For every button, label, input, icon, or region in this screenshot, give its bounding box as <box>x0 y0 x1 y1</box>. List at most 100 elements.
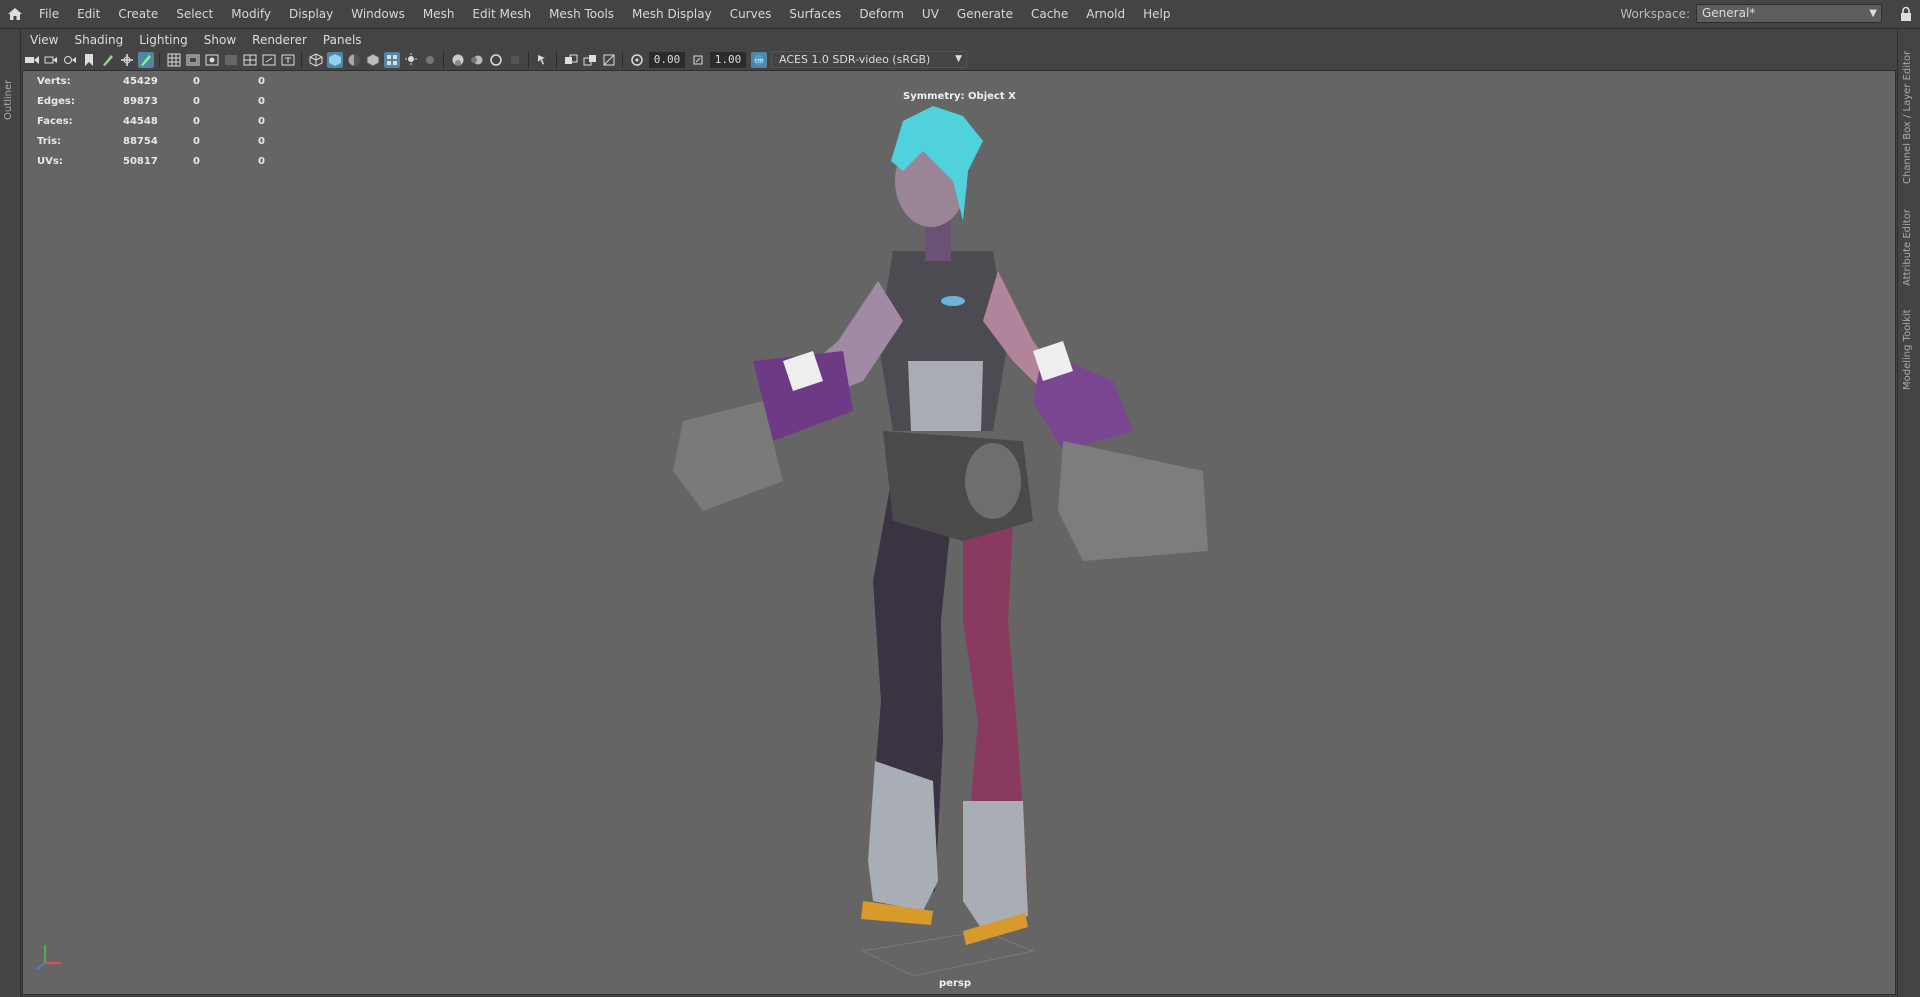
menu-arnold[interactable]: Arnold <box>1077 0 1134 29</box>
color-management-icon[interactable]: cm <box>750 51 767 68</box>
textured-icon[interactable] <box>383 51 400 68</box>
view-transform-dropdown[interactable]: ACES 1.0 SDR-video (sRGB) ▼ <box>771 51 967 68</box>
hud-label: Faces: <box>37 115 73 127</box>
hud-selected: 0 <box>193 95 200 107</box>
menu-select[interactable]: Select <box>167 0 222 29</box>
character-model[interactable] <box>663 101 1263 981</box>
hud-label: UVs: <box>37 155 63 167</box>
home-icon[interactable] <box>0 0 30 29</box>
panel-menu-renderer[interactable]: Renderer <box>244 31 315 49</box>
menu-edit[interactable]: Edit <box>68 0 109 29</box>
depth-of-field-icon[interactable] <box>507 52 523 68</box>
pencil-edit-icon[interactable] <box>137 51 154 68</box>
smooth-shade-icon[interactable] <box>326 51 343 68</box>
workspace-dropdown[interactable]: General* ▼ <box>1696 4 1882 23</box>
field-chart-icon[interactable] <box>242 52 258 68</box>
hud-component: 0 <box>258 135 265 147</box>
attribute-editor-tab[interactable]: Attribute Editor <box>1902 194 1916 286</box>
xray-components-icon[interactable] <box>601 52 617 68</box>
menu-windows[interactable]: Windows <box>342 0 414 29</box>
chevron-down-icon: ▼ <box>1869 8 1877 19</box>
panel-toolbar: 0.00 1.00 cm ACES 1.0 SDR-video (sRGB) ▼ <box>22 49 1896 70</box>
hud-selected: 0 <box>193 155 200 167</box>
menu-generate[interactable]: Generate <box>948 0 1022 29</box>
anti-aliasing-icon[interactable] <box>488 52 504 68</box>
attribute-editor-tab-label: Attribute Editor <box>1902 209 1913 286</box>
select-camera-icon[interactable] <box>24 52 40 68</box>
menu-help[interactable]: Help <box>1134 0 1179 29</box>
wireframe-icon[interactable] <box>308 52 324 68</box>
channel-box-tab[interactable]: Channel Box / Layer Editor <box>1902 44 1916 184</box>
panel-menu-show[interactable]: Show <box>196 31 244 49</box>
toolbar-divider <box>301 51 302 68</box>
menu-display[interactable]: Display <box>280 0 342 29</box>
panel-menu-view[interactable]: View <box>22 31 66 49</box>
panel-menu-lighting[interactable]: Lighting <box>131 31 196 49</box>
workspace-label: Workspace: <box>1620 6 1690 21</box>
right-dock-strip: Channel Box / Layer Editor Attribute Edi… <box>1897 30 1920 997</box>
safe-action-icon[interactable] <box>261 52 277 68</box>
isolate-select-icon[interactable] <box>535 52 551 68</box>
neck <box>925 221 951 261</box>
hud-label: Verts: <box>37 75 71 87</box>
view-axis-icon <box>33 939 69 975</box>
modeling-toolkit-tab[interactable]: Modeling Toolkit <box>1902 298 1916 390</box>
wireframe-on-shaded-icon[interactable] <box>365 52 381 68</box>
grid-icon[interactable] <box>166 52 182 68</box>
chevron-down-icon: ▼ <box>955 54 962 64</box>
hud-selected: 0 <box>193 75 200 87</box>
default-material-icon[interactable] <box>346 52 362 68</box>
camera-name-label: persp <box>939 978 971 989</box>
panel-menu-panels[interactable]: Panels <box>315 31 370 49</box>
exposure-icon[interactable] <box>629 52 645 68</box>
hud-label: Tris: <box>37 135 62 147</box>
menu-deform[interactable]: Deform <box>850 0 913 29</box>
menu-modify[interactable]: Modify <box>222 0 280 29</box>
outliner-tab-label: Outliner <box>3 79 14 120</box>
motion-blur-icon[interactable] <box>469 52 485 68</box>
gate-mask-icon[interactable] <box>223 52 239 68</box>
hud-component: 0 <box>258 95 265 107</box>
2d-pan-zoom-icon[interactable] <box>119 52 135 68</box>
grease-pencil-icon[interactable] <box>100 52 116 68</box>
hud-selected: 0 <box>193 135 200 147</box>
menu-uv[interactable]: UV <box>913 0 948 29</box>
xray-icon[interactable] <box>563 52 579 68</box>
xray-joints-icon[interactable] <box>582 52 598 68</box>
gamma-icon[interactable] <box>690 52 706 68</box>
shadows-icon[interactable] <box>422 52 438 68</box>
hud-selected: 0 <box>193 115 200 127</box>
right-boot <box>963 801 1028 931</box>
menu-edit-mesh[interactable]: Edit Mesh <box>463 0 540 29</box>
use-all-lights-icon[interactable] <box>403 52 419 68</box>
hud-value: 89873 <box>123 95 158 107</box>
toolbar-divider <box>622 51 623 68</box>
image-plane-icon[interactable] <box>62 52 78 68</box>
channel-box-tab-label: Channel Box / Layer Editor <box>1902 50 1913 184</box>
outliner-tab[interactable]: Outliner <box>2 70 18 130</box>
menu-file[interactable]: File <box>30 0 68 29</box>
safe-title-icon[interactable] <box>280 52 296 68</box>
gamma-field[interactable]: 1.00 <box>710 51 746 68</box>
resolution-gate-icon[interactable] <box>204 52 220 68</box>
poly-count-hud: Verts: 45429 0 0 Edges: 89873 0 0 Faces:… <box>37 71 265 171</box>
exposure-field[interactable]: 0.00 <box>649 51 685 68</box>
hud-row-faces: Faces: 44548 0 0 <box>37 111 265 131</box>
menu-create[interactable]: Create <box>109 0 167 29</box>
ambient-occlusion-icon[interactable] <box>450 52 466 68</box>
menu-mesh[interactable]: Mesh <box>414 0 464 29</box>
menu-cache[interactable]: Cache <box>1022 0 1077 29</box>
hud-value: 45429 <box>123 75 158 87</box>
lock-icon[interactable] <box>1900 6 1912 22</box>
menu-mesh-tools[interactable]: Mesh Tools <box>540 0 623 29</box>
viewport-panel[interactable]: Verts: 45429 0 0 Edges: 89873 0 0 Faces:… <box>22 70 1896 995</box>
toolbar-divider <box>556 51 557 68</box>
menu-curves[interactable]: Curves <box>721 0 781 29</box>
menu-surfaces[interactable]: Surfaces <box>780 0 850 29</box>
panel-menu-shading[interactable]: Shading <box>66 31 131 49</box>
bookmark-icon[interactable] <box>81 52 97 68</box>
menu-mesh-display[interactable]: Mesh Display <box>623 0 721 29</box>
camera-attributes-icon[interactable] <box>43 52 59 68</box>
hud-row-verts: Verts: 45429 0 0 <box>37 71 265 91</box>
film-gate-icon[interactable] <box>185 52 201 68</box>
